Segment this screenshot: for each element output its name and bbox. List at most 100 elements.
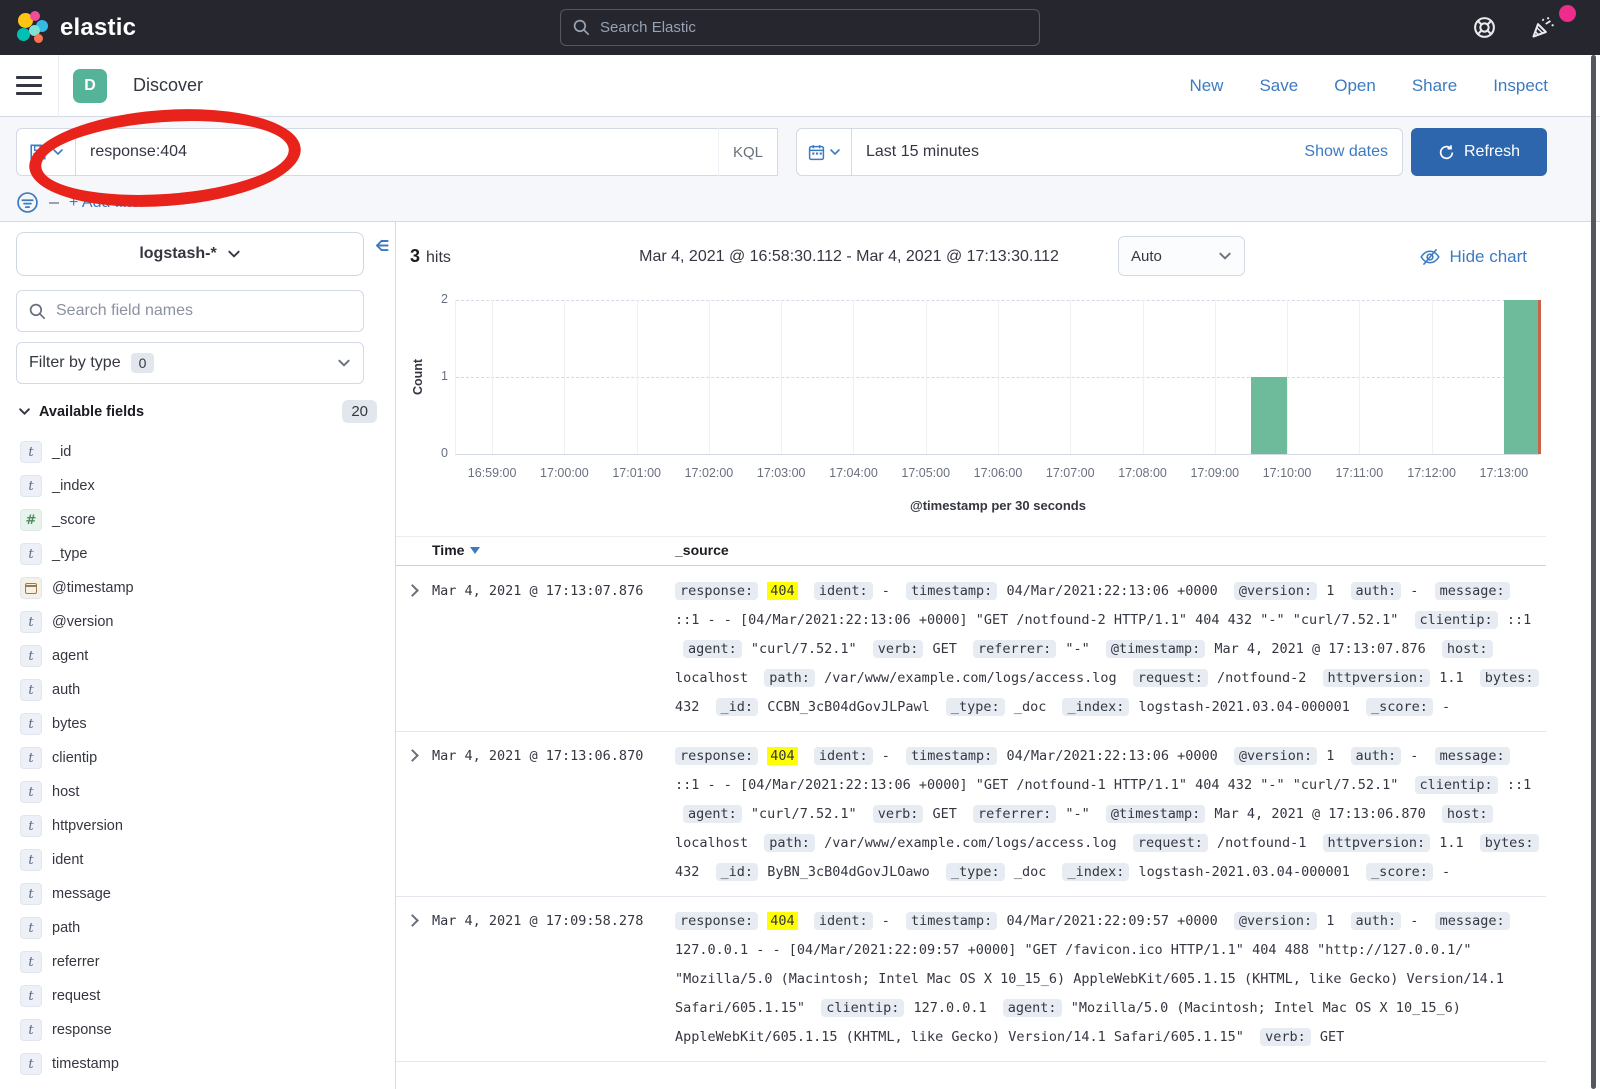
field-badge: auth: bbox=[1351, 747, 1402, 765]
text-field-icon: t bbox=[20, 1019, 42, 1041]
global-search-input[interactable] bbox=[600, 19, 1027, 36]
interval-select[interactable]: Auto bbox=[1118, 236, 1245, 276]
field-badge: httpversion: bbox=[1323, 669, 1431, 687]
x-axis-tick: 17:09:00 bbox=[1190, 466, 1239, 480]
x-axis-tick: 17:11:00 bbox=[1335, 466, 1383, 480]
field-item-message[interactable]: t message bbox=[16, 877, 379, 911]
field-search-input[interactable] bbox=[56, 302, 351, 320]
field-badge: message: bbox=[1435, 912, 1510, 930]
discover-page: elastic D Discover New Save Open Shar bbox=[0, 0, 1600, 1089]
text-field-icon: t bbox=[20, 475, 42, 497]
refresh-button[interactable]: Refresh bbox=[1411, 128, 1547, 176]
field-badge: auth: bbox=[1351, 912, 1402, 930]
expand-doc-icon[interactable] bbox=[406, 914, 419, 927]
field-item-httpversion[interactable]: t httpversion bbox=[16, 809, 379, 843]
x-axis-tick: 17:05:00 bbox=[901, 466, 950, 480]
menu-icon[interactable] bbox=[16, 76, 42, 95]
time-column-header[interactable]: Time bbox=[432, 542, 480, 558]
field-item-host[interactable]: thost bbox=[16, 775, 379, 809]
field-item-_index[interactable]: t_index bbox=[16, 469, 379, 503]
field-name: path bbox=[52, 920, 80, 936]
x-axis-tick: 16:59:00 bbox=[468, 466, 517, 480]
field-item-@timestamp[interactable]: @timestamp bbox=[16, 571, 379, 605]
field-badge: _score: bbox=[1366, 698, 1433, 716]
x-axis-tick: 17:00:00 bbox=[540, 466, 589, 480]
global-search[interactable] bbox=[560, 9, 1040, 46]
x-axis-tick: 17:07:00 bbox=[1046, 466, 1095, 480]
text-field-icon: t bbox=[20, 883, 42, 905]
date-picker-button[interactable] bbox=[796, 128, 852, 176]
field-item-_id[interactable]: t_id bbox=[16, 435, 379, 469]
save-query-icon bbox=[29, 143, 47, 161]
vertical-scrollbar[interactable] bbox=[1591, 55, 1596, 1089]
chart-gridline bbox=[926, 300, 927, 454]
field-name: referrer bbox=[52, 954, 100, 970]
new-button[interactable]: New bbox=[1189, 76, 1223, 96]
filters-menu-icon[interactable] bbox=[16, 191, 39, 214]
field-item-request[interactable]: trequest bbox=[16, 979, 379, 1013]
saved-queries-button[interactable] bbox=[16, 128, 76, 176]
field-item-_score[interactable]: #_score bbox=[16, 503, 379, 537]
chart-bar[interactable] bbox=[1504, 300, 1540, 454]
field-badge: timestamp: bbox=[906, 912, 997, 930]
search-icon bbox=[573, 19, 590, 36]
field-badge: message: bbox=[1435, 582, 1510, 600]
chart-gridline bbox=[1143, 300, 1144, 454]
field-item-clientip[interactable]: tclientip bbox=[16, 741, 379, 775]
x-axis-tick: 17:06:00 bbox=[974, 466, 1023, 480]
chart-bar[interactable] bbox=[1251, 377, 1287, 454]
chart-gridline bbox=[781, 300, 782, 454]
field-item-response[interactable]: tresponse bbox=[16, 1013, 379, 1047]
brand-name: elastic bbox=[60, 14, 136, 42]
x-axis-tick: 17:13:00 bbox=[1480, 466, 1529, 480]
field-item-timestamp[interactable]: ttimestamp bbox=[16, 1047, 379, 1081]
filter-by-type-select[interactable]: Filter by type 0 bbox=[16, 342, 364, 384]
field-badge: ident: bbox=[814, 582, 873, 600]
calendar-field-icon bbox=[20, 577, 42, 599]
query-input[interactable] bbox=[76, 143, 718, 161]
expand-doc-icon[interactable] bbox=[406, 749, 419, 762]
field-item-agent[interactable]: tagent bbox=[16, 639, 379, 673]
chart-gridline bbox=[709, 300, 710, 454]
collapse-sidebar-icon[interactable] bbox=[371, 236, 390, 255]
share-button[interactable]: Share bbox=[1412, 76, 1457, 96]
time-range-value[interactable]: Last 15 minutes bbox=[866, 143, 979, 161]
expand-doc-icon[interactable] bbox=[406, 584, 419, 597]
y-axis-tick: 2 bbox=[424, 292, 448, 306]
field-item-referrer[interactable]: treferrer bbox=[16, 945, 379, 979]
text-field-icon: t bbox=[20, 1053, 42, 1075]
field-badge: timestamp: bbox=[906, 582, 997, 600]
query-language-button[interactable]: KQL bbox=[718, 128, 777, 176]
elastic-logo-icon[interactable] bbox=[16, 11, 50, 45]
field-badge: bytes: bbox=[1480, 669, 1539, 687]
divider bbox=[49, 202, 59, 204]
field-item-auth[interactable]: tauth bbox=[16, 673, 379, 707]
field-item-_type[interactable]: t_type bbox=[16, 537, 379, 571]
field-item-@version[interactable]: t@version bbox=[16, 605, 379, 639]
add-filter-button[interactable]: + Add filter bbox=[69, 194, 145, 212]
discover-app-badge[interactable]: D bbox=[73, 69, 107, 103]
field-name: httpversion bbox=[52, 818, 123, 834]
field-name: auth bbox=[52, 682, 80, 698]
field-badge: message: bbox=[1435, 747, 1510, 765]
inspect-button[interactable]: Inspect bbox=[1493, 76, 1548, 96]
help-icon[interactable] bbox=[1472, 15, 1497, 40]
available-fields-header[interactable]: Available fields 20 bbox=[16, 400, 379, 423]
table-row: Mar 4, 2021 @ 17:13:07.876response: 404 … bbox=[396, 567, 1546, 732]
hide-chart-button[interactable]: Hide chart bbox=[1419, 246, 1527, 268]
field-item-ident[interactable]: tident bbox=[16, 843, 379, 877]
open-button[interactable]: Open bbox=[1334, 76, 1376, 96]
field-item-bytes[interactable]: tbytes bbox=[16, 707, 379, 741]
field-name: message bbox=[52, 886, 111, 902]
sort-desc-icon bbox=[470, 547, 480, 554]
field-badge: _type: bbox=[946, 863, 1005, 881]
show-dates-link[interactable]: Show dates bbox=[1304, 143, 1388, 161]
text-field-icon: t bbox=[20, 815, 42, 837]
announcements-icon[interactable] bbox=[1529, 14, 1556, 41]
doc-time: Mar 4, 2021 @ 17:13:07.876 bbox=[432, 577, 675, 722]
index-pattern-select[interactable]: logstash-* bbox=[16, 232, 364, 276]
field-item-path[interactable]: tpath bbox=[16, 911, 379, 945]
field-badge: verb: bbox=[1260, 1028, 1311, 1046]
save-button[interactable]: Save bbox=[1259, 76, 1298, 96]
x-axis-tick: 17:12:00 bbox=[1407, 466, 1456, 480]
